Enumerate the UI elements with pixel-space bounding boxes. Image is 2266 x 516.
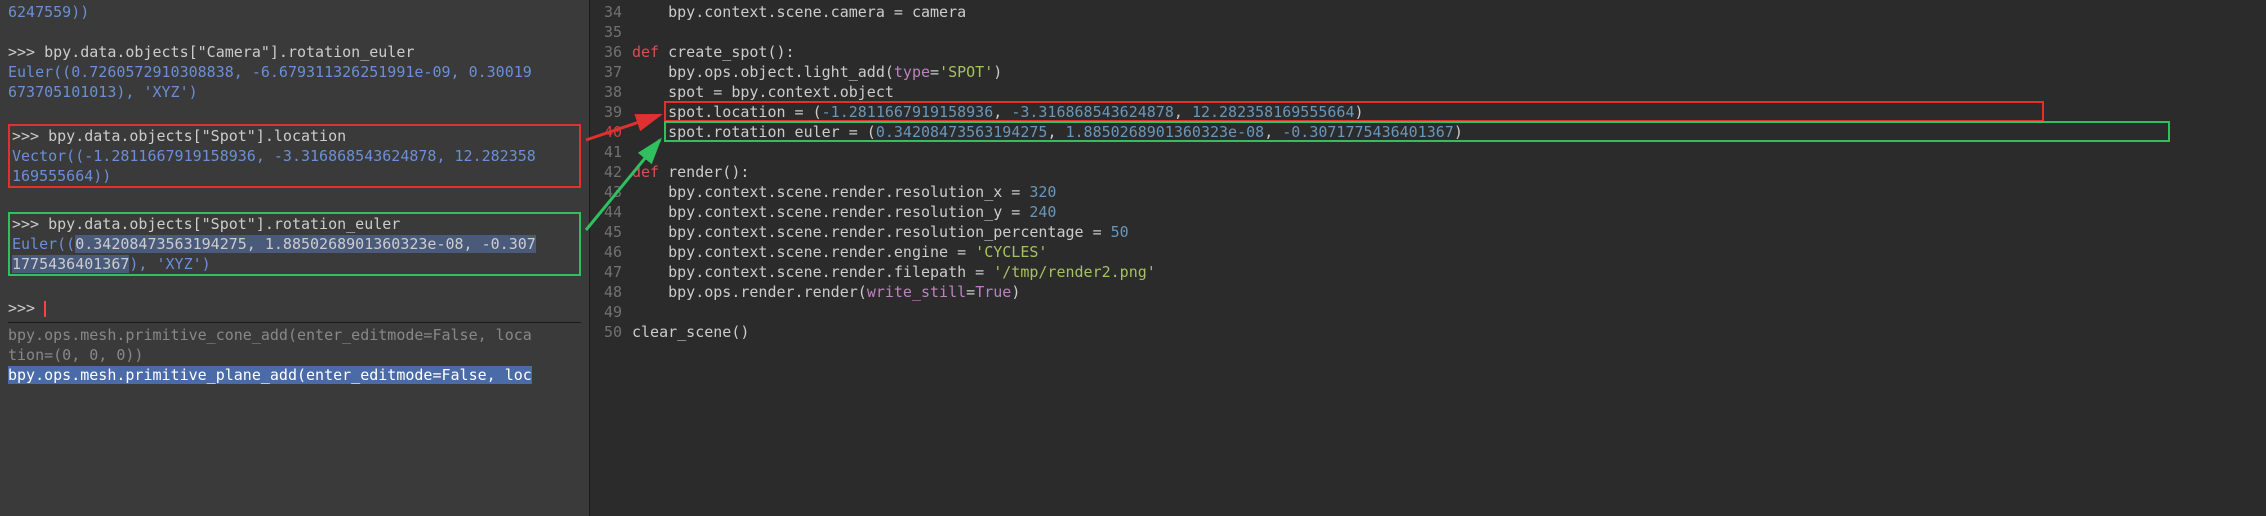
console-cmd: bpy.data.objects["Spot"].rotation_euler bbox=[48, 215, 400, 233]
code-line: bpy.context.scene.camera = camera bbox=[632, 2, 2266, 22]
console-result: ), 'XYZ') bbox=[129, 255, 210, 273]
history-line: bpy.ops.mesh.primitive_cone_add(enter_ed… bbox=[8, 326, 532, 344]
console-result-selected: 0.34208473563194275, 1.8850268901360323e… bbox=[75, 235, 536, 253]
console-cmd: bpy.data.objects["Spot"].location bbox=[48, 127, 346, 145]
code-line: bpy.context.scene.render.resolution_y = … bbox=[632, 202, 2266, 222]
code-line: bpy.ops.render.render(write_still=True) bbox=[632, 282, 2266, 302]
code-line: spot = bpy.context.object bbox=[632, 82, 2266, 102]
line-number: 36 bbox=[590, 42, 622, 62]
code-line: bpy.context.scene.render.resolution_x = … bbox=[632, 182, 2266, 202]
console-result: Vector((-1.2811667919158936, -3.31686854… bbox=[12, 147, 536, 165]
line-number: 42 bbox=[590, 162, 622, 182]
line-number: 47 bbox=[590, 262, 622, 282]
code-line bbox=[632, 142, 2266, 162]
code-line: spot.rotation_euler = (0.342084735631942… bbox=[632, 122, 2266, 142]
line-number: 40 bbox=[590, 122, 622, 142]
line-number: 41 bbox=[590, 142, 622, 162]
console-prompt: >>> bbox=[8, 43, 44, 61]
console-green-highlight: >>> bpy.data.objects["Spot"].rotation_eu… bbox=[8, 212, 581, 276]
line-number: 43 bbox=[590, 182, 622, 202]
console-cmd: bpy.data.objects["Camera"].rotation_eule… bbox=[44, 43, 414, 61]
console-result: Euler((0.7260572910308838, -6.6793113262… bbox=[8, 63, 532, 81]
console-text: 6247559)) bbox=[8, 3, 89, 21]
history-line: tion=(0, 0, 0)) bbox=[8, 346, 143, 364]
code-line bbox=[632, 302, 2266, 322]
console-prompt: >>> bbox=[8, 299, 44, 317]
line-number: 34 bbox=[590, 2, 622, 22]
console-result-selected: 1775436401367 bbox=[12, 255, 129, 273]
line-number: 50 bbox=[590, 322, 622, 342]
code-line: def render(): bbox=[632, 162, 2266, 182]
code-editor-panel[interactable]: 3435363738394041424344454647484950 bpy.c… bbox=[590, 0, 2266, 516]
line-number: 46 bbox=[590, 242, 622, 262]
console-prompt: >>> bbox=[12, 215, 48, 233]
console-result: Euler(( bbox=[12, 235, 75, 253]
code-line bbox=[632, 22, 2266, 42]
line-number-gutter: 3435363738394041424344454647484950 bbox=[590, 0, 632, 516]
line-number: 44 bbox=[590, 202, 622, 222]
code-line: bpy.context.scene.render.filepath = '/tm… bbox=[632, 262, 2266, 282]
console-prompt: >>> bbox=[12, 127, 48, 145]
console-output: 6247559)) >>> bpy.data.objects["Camera"]… bbox=[0, 0, 589, 387]
line-number: 49 bbox=[590, 302, 622, 322]
line-number: 37 bbox=[590, 62, 622, 82]
main-container: 6247559)) >>> bpy.data.objects["Camera"]… bbox=[0, 0, 2266, 516]
code-line: bpy.context.scene.render.resolution_perc… bbox=[632, 222, 2266, 242]
line-number: 39 bbox=[590, 102, 622, 122]
python-console-panel[interactable]: 6247559)) >>> bpy.data.objects["Camera"]… bbox=[0, 0, 590, 516]
line-number: 38 bbox=[590, 82, 622, 102]
code-line: bpy.ops.object.light_add(type='SPOT') bbox=[632, 62, 2266, 82]
line-number: 48 bbox=[590, 282, 622, 302]
history-line-active[interactable]: bpy.ops.mesh.primitive_plane_add(enter_e… bbox=[8, 366, 532, 384]
console-result: 673705101013), 'XYZ') bbox=[8, 83, 198, 101]
console-cursor bbox=[44, 301, 46, 317]
code-line: spot.location = (-1.2811667919158936, -3… bbox=[632, 102, 2266, 122]
console-result: 169555664)) bbox=[12, 167, 111, 185]
console-red-highlight: >>> bpy.data.objects["Spot"].location Ve… bbox=[8, 124, 581, 188]
code-area[interactable]: bpy.context.scene.camera = camera def cr… bbox=[632, 0, 2266, 516]
code-line: bpy.context.scene.render.engine = 'CYCLE… bbox=[632, 242, 2266, 262]
code-line: clear_scene() bbox=[632, 322, 2266, 342]
console-history: bpy.ops.mesh.primitive_cone_add(enter_ed… bbox=[8, 322, 581, 385]
code-line: def create_spot(): bbox=[632, 42, 2266, 62]
line-number: 45 bbox=[590, 222, 622, 242]
line-number: 35 bbox=[590, 22, 622, 42]
